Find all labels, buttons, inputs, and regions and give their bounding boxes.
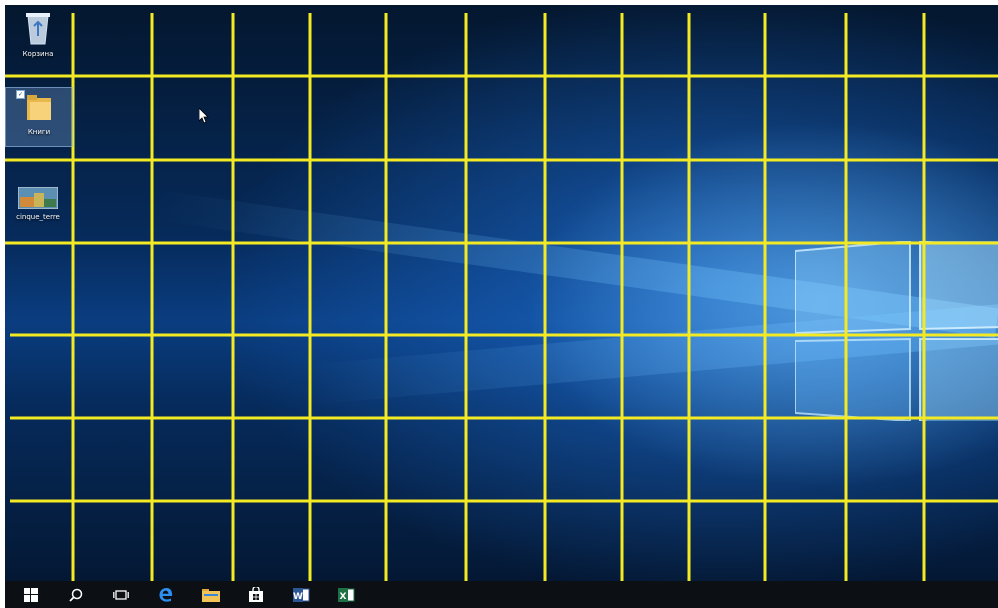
search-button[interactable]	[60, 581, 92, 608]
grid-overlay	[5, 13, 998, 581]
edge-icon	[159, 587, 173, 602]
word-icon: W	[293, 587, 310, 602]
task-view-icon	[113, 589, 129, 600]
edge-button[interactable]	[150, 581, 182, 608]
excel-button[interactable]: X	[330, 581, 362, 608]
svg-text:W: W	[293, 592, 303, 602]
recycle-bin-icon	[26, 13, 50, 45]
word-button[interactable]: W	[285, 581, 317, 608]
task-view-button[interactable]	[105, 581, 137, 608]
folder-icon	[27, 95, 51, 120]
store-button[interactable]	[240, 581, 272, 608]
excel-icon: X	[338, 587, 355, 602]
desktop-icon-folder-selected[interactable]: ✓ Книги	[5, 87, 73, 147]
desktop-icon-label: Книги	[27, 128, 51, 136]
store-icon	[249, 586, 263, 602]
mouse-cursor-icon	[199, 108, 209, 124]
folder-icon	[202, 588, 220, 602]
desktop-icon-label: cinque_terre	[16, 213, 60, 221]
image-file-icon	[17, 186, 59, 210]
desktop-icon-recycle-bin[interactable]: Корзина	[5, 8, 71, 70]
windows-logo-icon	[24, 587, 38, 602]
desktop-icon-image-file[interactable]: cinque_terre	[5, 183, 71, 231]
taskbar: W X	[5, 581, 998, 608]
start-button[interactable]	[15, 581, 47, 608]
desktop[interactable]: Корзина ✓ Книги cinque_terre	[5, 5, 998, 581]
desktop-icon-label: Корзина	[22, 50, 54, 58]
svg-text:X: X	[340, 592, 347, 602]
file-explorer-button[interactable]	[195, 581, 227, 608]
search-icon	[69, 588, 83, 602]
checkbox-icon[interactable]: ✓	[16, 90, 25, 99]
